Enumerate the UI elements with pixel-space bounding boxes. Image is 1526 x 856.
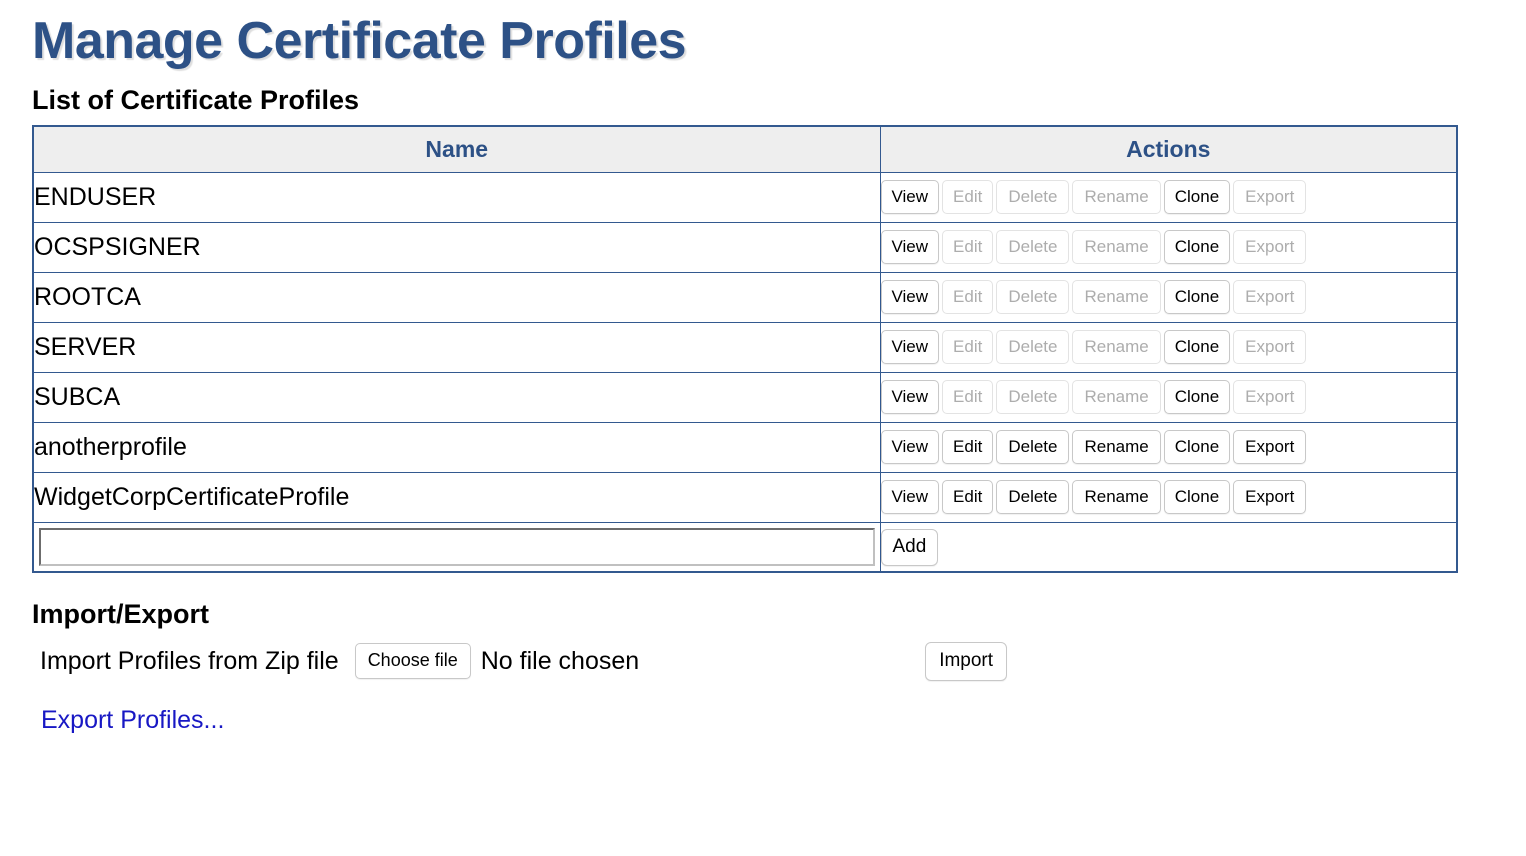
delete-button: Delete — [996, 180, 1070, 215]
rename-button: Rename — [1072, 180, 1161, 215]
new-profile-name-cell — [32, 521, 881, 573]
table-row: OCSPSIGNER View Edit Delete Rename Clone Expor… — [32, 221, 1458, 273]
table-row: ENDUSER View Edit Delete Rename Clone Export — [32, 171, 1458, 223]
page-title: Manage Certificate Profiles — [32, 12, 687, 70]
view-button[interactable]: View — [880, 330, 940, 365]
clone-button[interactable]: Clone — [1163, 380, 1231, 415]
export-button: Export — [1233, 180, 1307, 215]
table-row: ROOTCA View Edit Delete Rename Clone Export — [32, 271, 1458, 323]
rename-button: Rename — [1072, 380, 1161, 415]
profile-actions-cell: View Edit Delete Rename Clone Export — [879, 421, 1458, 473]
view-button[interactable]: View — [880, 480, 940, 515]
add-button[interactable]: Add — [880, 528, 939, 566]
rename-button[interactable]: Rename — [1072, 430, 1161, 465]
add-profile-row: Add — [32, 521, 1458, 573]
clone-button[interactable]: Clone — [1163, 180, 1231, 215]
edit-button: Edit — [942, 280, 994, 315]
column-header-actions: Actions — [879, 125, 1458, 173]
delete-button: Delete — [996, 330, 1070, 365]
delete-button: Delete — [996, 380, 1070, 415]
view-button[interactable]: View — [880, 430, 940, 465]
table-header: Name Actions — [32, 125, 1458, 173]
table-row: WidgetCorpCertificateProfile View Edit Dele… — [32, 471, 1458, 523]
profile-name-cell: OCSPSIGNER — [32, 221, 881, 273]
add-button-cell: Add — [879, 521, 1458, 573]
table-header-row: Name Actions — [32, 125, 1458, 173]
file-picker: Choose file No file chosen — [354, 643, 640, 680]
clone-button[interactable]: Clone — [1163, 330, 1231, 365]
profiles-section-heading: List of Certificate Profiles — [32, 85, 360, 116]
profile-actions-cell: View Edit Delete Rename Clone Export — [879, 271, 1458, 323]
table-row: SERVER View Edit Delete Rename Clone Export — [32, 321, 1458, 373]
edit-button[interactable]: Edit — [942, 430, 994, 465]
delete-button: Delete — [996, 280, 1070, 315]
clone-button[interactable]: Clone — [1163, 280, 1231, 315]
view-button[interactable]: View — [880, 180, 940, 215]
profile-actions-cell: View Edit Delete Rename Clone Export — [879, 221, 1458, 273]
profile-actions-cell: View Edit Delete Rename Clone Export — [879, 471, 1458, 523]
column-header-name: Name — [32, 125, 881, 173]
profile-name-cell: anotherprofile — [32, 421, 881, 473]
delete-button[interactable]: Delete — [996, 430, 1070, 465]
table-row: anotherprofile View Edit Delete Rename Clone E… — [32, 421, 1458, 473]
view-button[interactable]: View — [880, 280, 940, 315]
no-file-chosen-text: No file chosen — [480, 646, 640, 675]
export-button: Export — [1233, 280, 1307, 315]
rename-button: Rename — [1072, 230, 1161, 265]
edit-button: Edit — [942, 380, 994, 415]
profile-name-cell: WidgetCorpCertificateProfile — [32, 471, 881, 523]
export-button: Export — [1233, 230, 1307, 265]
profile-name-cell: ENDUSER — [32, 171, 881, 223]
page-container: Manage Certificate Profiles List of Cert… — [0, 12, 1526, 735]
clone-button[interactable]: Clone — [1163, 430, 1231, 465]
export-button[interactable]: Export — [1233, 430, 1307, 465]
export-button[interactable]: Export — [1233, 480, 1307, 515]
export-profiles-link[interactable]: Export Profiles... — [41, 706, 224, 735]
clone-button[interactable]: Clone — [1163, 480, 1231, 515]
export-button: Export — [1233, 380, 1307, 415]
profile-actions-cell: View Edit Delete Rename Clone Export — [879, 371, 1458, 423]
import-button[interactable]: Import — [925, 641, 1008, 681]
import-profiles-label: Import Profiles from Zip file — [40, 646, 339, 675]
delete-button: Delete — [996, 230, 1070, 265]
edit-button: Edit — [942, 180, 994, 215]
profile-name-cell: ROOTCA — [32, 271, 881, 323]
import-export-heading: Import/Export — [32, 599, 210, 630]
view-button[interactable]: View — [880, 230, 940, 265]
rename-button: Rename — [1072, 330, 1161, 365]
view-button[interactable]: View — [880, 380, 940, 415]
profile-name-cell: SERVER — [32, 321, 881, 373]
table-row: SUBCA View Edit Delete Rename Clone Export — [32, 371, 1458, 423]
certificate-profiles-table: Name Actions ENDUSER View Edit Delete Rename… — [32, 124, 1458, 574]
profile-actions-cell: View Edit Delete Rename Clone Export — [879, 171, 1458, 223]
clone-button[interactable]: Clone — [1163, 230, 1231, 265]
edit-button[interactable]: Edit — [942, 480, 994, 515]
rename-button[interactable]: Rename — [1072, 480, 1161, 515]
choose-file-button[interactable]: Choose file — [354, 643, 471, 680]
delete-button[interactable]: Delete — [996, 480, 1070, 515]
profile-name-cell: SUBCA — [32, 371, 881, 423]
rename-button: Rename — [1072, 280, 1161, 315]
new-profile-name-input[interactable] — [39, 528, 875, 567]
profile-actions-cell: View Edit Delete Rename Clone Export — [879, 321, 1458, 373]
import-row: Import Profiles from Zip file Choose fil… — [40, 639, 1526, 683]
edit-button: Edit — [942, 230, 994, 265]
table-body: ENDUSER View Edit Delete Rename Clone Export OC… — [32, 171, 1458, 573]
export-button: Export — [1233, 330, 1307, 365]
edit-button: Edit — [942, 330, 994, 365]
